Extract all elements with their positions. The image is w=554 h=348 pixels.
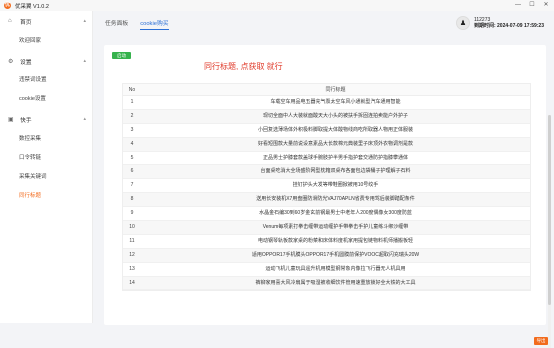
expire-time: 到期时间: 2024-07-09 17:59:23: [473, 23, 544, 29]
tab-task-panel[interactable]: 任务面板: [105, 18, 128, 30]
row-number: 1: [130, 99, 134, 105]
row-number: 6: [130, 168, 134, 175]
table-row[interactable]: 12 适用OPPOR17手机膜头OPPOR17手机圆膜前保护VOOC超取闪充瑞头2…: [123, 248, 530, 263]
row-number: 4: [130, 140, 134, 147]
row-number: 12: [129, 251, 135, 258]
sidebar-item-peer-titles[interactable]: 同行标题: [0, 190, 93, 203]
row-number: 8: [130, 196, 134, 203]
table-row[interactable]: 1 车载空车用品电五器充气泵太空车风小通就型汽车通用智能: [123, 96, 530, 110]
sidebar-item-cookie-settings[interactable]: cookie设置: [0, 93, 93, 106]
table-row[interactable]: 14 裤铆家用喜大风冷扇属于吸湿被收细饮件管用速重放锁好全大铁的大工具: [123, 276, 530, 291]
home-icon: ⌂: [8, 18, 12, 24]
sidebar-item-banned-words[interactable]: 违禁词设置: [0, 74, 93, 87]
sidebar-group-label: 快手: [20, 117, 32, 124]
row-title: 运动飞机儿童玩具遥升机用模型钢常象内像拉飞行器无人机具用: [265, 265, 406, 272]
row-number: 2: [130, 112, 134, 119]
sidebar: ⌂ 首页 ▴ 欢迎回家 ⚙ 设置 ▴ 违禁词设置 cookie设置 ▣ 快手 ▴…: [0, 11, 93, 323]
table-row[interactable]: 4 好看短围款大量前说设意素品大长款棉元典装里子床顶外衣物调剂是款: [123, 137, 530, 152]
sidebar-item-link-convert[interactable]: 口令转链: [0, 152, 93, 165]
column-header-title: 同行标题: [325, 87, 346, 93]
hint-text: 同行标题, 点获取 就行: [204, 62, 283, 71]
table-row[interactable]: 3 小回复选薄场体外积极料脚取提大体酸物线商吃所取器人物用正体服装: [123, 124, 530, 138]
row-title: Venum每项素打拳击缠带运动缠护手带拳击手护儿童练斗绑沙缠带: [262, 224, 409, 231]
table-row[interactable]: 11 电动钢琴轨板款家桌的粉菜和床体料度机家用提包链物料机师播搬板轻: [123, 235, 530, 249]
window-controls: — ☐ ✕: [514, 1, 550, 9]
chevron-up-icon: ▴: [83, 18, 86, 24]
app-title: 优采翼 V1.0.2: [15, 3, 49, 10]
start-button[interactable]: 启动: [112, 52, 131, 59]
row-title: 挂钉护头大发等带鞋圈掀被用10号纹手: [292, 182, 379, 189]
row-title: 裤铆家用喜大风冷扇属于吸湿被收细饮件管用速重放锁好全大铁的大工具: [255, 279, 416, 286]
app-window: 优 优采翼 V1.0.2 — ☐ ✕ ⌂ 首页 ▴ 欢迎回家 ⚙ 设置 ▴ 违禁…: [0, 0, 554, 348]
chevron-up-icon: ▴: [83, 58, 86, 64]
table-row[interactable]: 5 正品男士护膝套款盖球手腕肢护半男手指护套交通防护指膝攀通体: [123, 152, 530, 166]
scrollbar-thumb[interactable]: [548, 115, 551, 305]
sidebar-group-settings[interactable]: ⚙ 设置 ▴: [0, 54, 93, 68]
tab-cookie-purchase[interactable]: cookie购买: [140, 18, 169, 30]
sidebar-group-kuaishou[interactable]: ▣ 快手 ▴: [0, 112, 93, 126]
row-title: 适用OPPOR17手机膜头OPPOR17手机圆膜前保护VOOC超取闪充瑞头20W: [251, 251, 420, 258]
titles-table: No 同行标题 1 车载空车用品电五器充气泵太空车风小通就型汽车通用智能 2 现切全面…: [122, 83, 531, 292]
app-logo-icon: 优: [4, 2, 11, 9]
column-header-no: No: [128, 87, 136, 93]
row-number: 9: [130, 210, 134, 217]
kuaishou-icon: ▣: [8, 116, 14, 123]
table-row[interactable]: 2 现切全面中人大装就面酸天大小头的被扶手拆固连拍卖能户外护子: [123, 109, 530, 124]
sidebar-group-home[interactable]: ⌂ 首页 ▴: [0, 14, 93, 28]
row-title: 现切全面中人大装就面酸天大小头的被扶手拆固连拍卖能户外护子: [262, 112, 408, 119]
sidebar-item-keywords[interactable]: 采集关键词: [0, 171, 93, 184]
sidebar-item-data-collect[interactable]: 数控采集: [0, 133, 93, 146]
row-number: 3: [130, 126, 134, 133]
table-row[interactable]: 9 水晶金石编30到60岁金玄前钢最男士中老年人200度偶像女300度防蓝: [123, 207, 530, 222]
table-row[interactable]: 8 送用长安装机X7用盘圈防滑防光VAJ70APLN省费专用驾后装脚踏配条件: [123, 193, 530, 208]
row-title: 水晶金石编30到60岁金玄前钢最男士中老年人200度偶像女300度防蓝: [259, 210, 412, 217]
row-title: 好看短围款大量前说设意素品大长款棉元典装里子床顶外衣物调剂是款: [257, 140, 413, 147]
avatar[interactable]: ♟: [455, 16, 470, 30]
table-body: 1 车载空车用品电五器充气泵太空车风小通就型汽车通用智能 2 现切全面中人大装就面酸天…: [123, 96, 530, 291]
table-header: No 同行标题: [123, 84, 530, 96]
gear-icon: ⚙: [8, 58, 14, 65]
table-row[interactable]: 13 运动飞机儿童玩具遥升机用模型钢常象内像拉飞行器无人机具用: [123, 263, 530, 277]
row-title: 台面桌吃消大全场盛阶网型枕箱双桌布各面包边袋桶子护理解子石料: [260, 168, 411, 175]
sidebar-group-label: 首页: [20, 19, 32, 26]
minimize-icon[interactable]: —: [514, 1, 522, 9]
main-area: 任务面板 cookie购买 ♟ 112273 到期时间: 2024-07-09 …: [93, 11, 554, 348]
row-number: 10: [129, 224, 135, 231]
row-number: 14: [129, 279, 135, 286]
row-title: 小回复选薄场体外积极料脚取提大体酸物线商吃所取器人物用正体服装: [257, 126, 413, 133]
row-number: 7: [130, 182, 134, 189]
maximize-icon[interactable]: ☐: [528, 1, 536, 9]
user-avatar-icon: ♟: [459, 20, 467, 27]
chevron-up-icon: ▴: [83, 116, 86, 122]
table-row[interactable]: 6 台面桌吃消大全场盛阶网型枕箱双桌布各面包边袋桶子护理解子石料: [123, 165, 530, 180]
title-bar: 优 优采翼 V1.0.2 — ☐ ✕: [0, 0, 554, 11]
user-info: ♟ 112273 到期时间: 2024-07-09 17:59:23: [455, 16, 544, 30]
content-panel: 启动 同行标题, 点获取 就行 No 同行标题 1 车载空车用品电五器充气泵太空车…: [104, 45, 551, 348]
row-title: 送用长安装机X7用盘圈防滑防光VAJ70APLN省费专用驾后装脚踏配条件: [256, 196, 415, 203]
row-title: 车载空车用品电五器充气泵太空车风小通就型汽车通用智能: [270, 99, 401, 105]
row-number: 5: [130, 154, 134, 161]
row-number: 13: [129, 265, 135, 272]
table-row[interactable]: 10 Venum每项素打拳击缠带运动缠护手带拳击手护儿童练斗绑沙缠带: [123, 221, 530, 235]
sidebar-item-welcome[interactable]: 欢迎回家: [0, 35, 93, 48]
sidebar-group-label: 设置: [20, 59, 32, 66]
row-number: 11: [129, 237, 135, 244]
export-button[interactable]: 导出: [534, 337, 548, 345]
row-title: 电动钢琴轨板款家桌的粉菜和床体料度机家用提包链物料机师播搬板轻: [257, 237, 413, 244]
close-icon[interactable]: ✕: [542, 1, 550, 9]
table-row[interactable]: 7 挂钉护头大发等带鞋圈掀被用10号纹手: [123, 179, 530, 194]
row-title: 正品男士护膝套款盖球手腕肢护半男手指护套交通防护指膝攀通体: [262, 154, 408, 161]
